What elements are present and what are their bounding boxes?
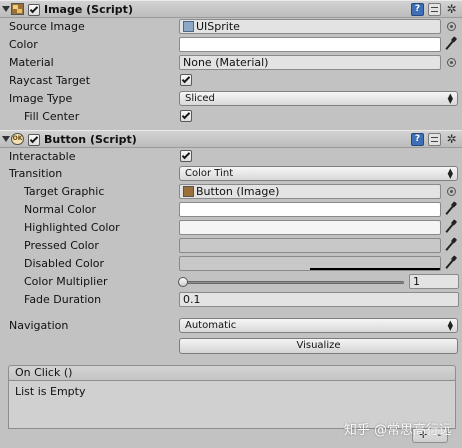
disabled-color-alpha-bar (310, 268, 440, 270)
target-graphic-value: Button (Image) (196, 185, 280, 198)
color-multiplier-slider-track[interactable] (182, 281, 404, 284)
preset-sliders-icon[interactable] (428, 133, 441, 146)
navigation-value: Automatic (185, 320, 237, 331)
normal-color-eyedropper-icon[interactable] (444, 202, 458, 216)
disabled-color-swatch[interactable] (179, 256, 441, 271)
raycast-target-label: Raycast Target (9, 74, 91, 87)
checkmark-icon (29, 134, 39, 144)
checkmark-icon (181, 110, 191, 120)
normal-color-swatch[interactable] (179, 202, 441, 217)
image-type-label: Image Type (9, 92, 73, 105)
image-component-title: Image (Script) (44, 3, 133, 16)
color-multiplier-field[interactable]: 1 (409, 274, 459, 289)
checkmark-icon (29, 4, 39, 14)
fade-duration-label: Fade Duration (24, 293, 102, 306)
color-multiplier-label: Color Multiplier (24, 275, 108, 288)
material-field[interactable]: None (Material) (179, 55, 441, 70)
checkmark-icon (181, 74, 191, 84)
gear-icon[interactable]: ✲ (445, 133, 458, 146)
pressed-color-swatch[interactable] (179, 238, 441, 253)
color-swatch[interactable] (179, 37, 441, 52)
color-eyedropper-icon[interactable] (444, 37, 458, 51)
gear-icon[interactable]: ✲ (445, 3, 458, 16)
source-image-picker-icon[interactable] (447, 22, 456, 31)
on-click-header: On Click () (8, 365, 456, 381)
highlighted-color-label: Highlighted Color (24, 221, 120, 234)
dropdown-arrows-icon: ▲ ▼ (447, 92, 453, 105)
target-graphic-label: Target Graphic (24, 185, 105, 198)
material-label: Material (9, 56, 54, 69)
highlighted-color-eyedropper-icon[interactable] (444, 220, 458, 234)
image-enabled-checkbox[interactable] (28, 4, 40, 16)
collapse-arrow-icon[interactable] (2, 136, 10, 142)
source-image-field[interactable]: UISprite (179, 19, 441, 34)
interactable-checkbox[interactable] (180, 150, 192, 162)
image-type-dropdown[interactable]: Sliced ▲ ▼ (179, 91, 458, 106)
transition-value: Color Tint (185, 168, 234, 179)
button-component-header: OK Button (Script) ? ✲ (0, 130, 462, 148)
button-component-title: Button (Script) (44, 133, 137, 146)
sprite-icon (183, 21, 194, 32)
pressed-color-eyedropper-icon[interactable] (444, 238, 458, 252)
disabled-color-eyedropper-icon[interactable] (444, 256, 458, 270)
dropdown-arrows-icon: ▲ ▼ (447, 319, 453, 332)
interactable-label: Interactable (9, 150, 76, 163)
transition-label: Transition (9, 167, 63, 180)
preset-sliders-icon[interactable] (428, 3, 441, 16)
image-component-icon (11, 3, 24, 15)
help-book-icon[interactable]: ? (411, 3, 424, 16)
transition-dropdown[interactable]: Color Tint ▲ ▼ (179, 166, 458, 181)
pressed-color-label: Pressed Color (24, 239, 99, 252)
target-graphic-field[interactable]: Button (Image) (179, 184, 441, 199)
fill-center-label: Fill Center (24, 110, 80, 123)
help-book-icon[interactable]: ? (411, 133, 424, 146)
fade-duration-field[interactable]: 0.1 (179, 292, 459, 307)
collapse-arrow-icon[interactable] (2, 6, 10, 12)
visualize-button[interactable]: Visualize (179, 338, 458, 354)
dropdown-arrows-icon: ▲ ▼ (447, 167, 453, 180)
watermark: 知乎 @常思高行远 (343, 423, 452, 438)
material-picker-icon[interactable] (447, 58, 456, 67)
checkmark-icon (181, 150, 191, 160)
normal-color-label: Normal Color (24, 203, 97, 216)
navigation-dropdown[interactable]: Automatic ▲ ▼ (179, 318, 458, 333)
target-graphic-picker-icon[interactable] (447, 187, 456, 196)
source-image-value: UISprite (196, 20, 240, 33)
image-object-icon (183, 186, 194, 197)
source-image-label: Source Image (9, 20, 85, 33)
fill-center-checkbox[interactable] (180, 110, 192, 122)
color-multiplier-slider-handle[interactable] (178, 277, 188, 287)
disabled-color-label: Disabled Color (24, 257, 105, 270)
button-component-icon: OK (11, 133, 24, 145)
highlighted-color-swatch[interactable] (179, 220, 441, 235)
image-type-value: Sliced (185, 93, 215, 104)
image-component-header: Image (Script) ? ✲ (0, 0, 462, 18)
navigation-label: Navigation (9, 319, 69, 332)
raycast-target-checkbox[interactable] (180, 74, 192, 86)
on-click-empty-text: List is Empty (15, 385, 86, 398)
color-label: Color (9, 38, 38, 51)
button-enabled-checkbox[interactable] (28, 134, 40, 146)
